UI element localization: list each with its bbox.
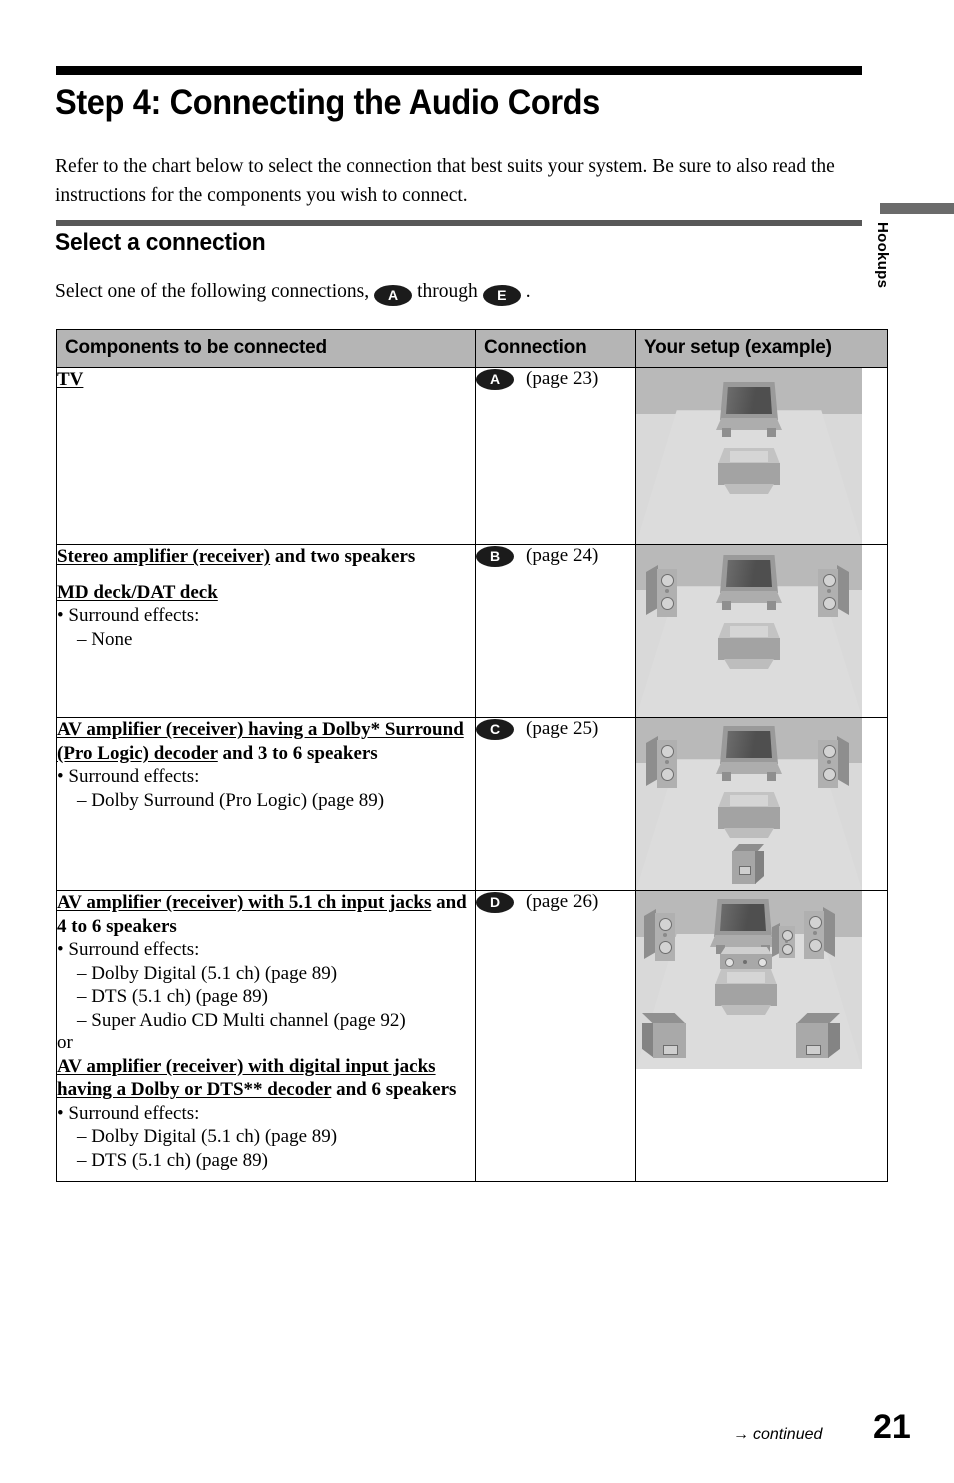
component-heading: AV amplifier (receiver) with 5.1 ch inpu… [57,891,475,938]
table-row: AV amplifier (receiver) with 5.1 ch inpu… [56,890,888,1182]
lead-text-before: Select one of the following connections, [55,281,370,302]
table-row: AV amplifier (receiver) having a Dolby* … [56,717,888,891]
continued-note: → continued [733,1426,822,1444]
document-page: Step 4: Connecting the Audio Cords Refer… [0,0,954,1483]
component-heading-alt: AV amplifier (receiver) with digital inp… [57,1055,475,1102]
badge-a-inline: A [374,285,413,306]
badge-c: C [476,718,514,740]
sub-bullet-item: – DTS (5.1 ch) (page 89) [77,1149,269,1171]
page-ref-d: (page 26) [526,891,599,912]
components-cell-c: AV amplifier (receiver) having a Dolby* … [56,717,476,891]
badge-a: A [476,368,514,390]
component-subheading-underlined: MD deck/DAT deck [57,581,218,603]
page-title: Step 4: Connecting the Audio Cords [55,83,600,122]
sub-bullet-item: – None [77,628,133,650]
table-row: Stereo amplifier (receiver) and two spea… [56,544,888,718]
sub-bullet-item: – Dolby Digital (5.1 ch) (page 89) [77,1126,338,1147]
connection-cell-c: C (page 25) [475,717,636,891]
section-rule [56,220,862,226]
page-ref-b: (page 24) [526,545,599,566]
component-heading-plain: and two speakers [270,546,416,567]
components-cell-d: AV amplifier (receiver) with 5.1 ch inpu… [56,890,476,1182]
component-heading: TV [57,368,475,392]
setup-illustration-c [636,718,862,890]
sub-bullet-item: – DTS (5.1 ch) (page 89) [77,986,269,1007]
sub-bullet-item: – Dolby Surround (Pro Logic) (page 89) [77,789,385,811]
component-heading-alt-plain: and 6 speakers [331,1079,457,1100]
component-heading-underlined: AV amplifier (receiver) with 5.1 ch inpu… [57,892,432,913]
setup-illustration-b [636,545,862,717]
header-connection: Connection [475,329,636,368]
component-heading: AV amplifier (receiver) having a Dolby* … [57,718,475,765]
setup-illustration-d [636,891,862,1069]
connection-cell-d: D (page 26) [475,890,636,1182]
page-number: 21 [873,1408,911,1446]
bullet-item: • Surround effects: [57,939,200,960]
sub-bullet-item: – Super Audio CD Multi channel (page 92) [77,1009,406,1031]
section-heading: Select a connection [55,229,266,256]
sub-bullet-item: – Dolby Digital (5.1 ch) (page 89) [77,962,338,984]
setup-cell-a [635,367,888,545]
page-ref-a: (page 23) [526,368,599,389]
setup-cell-c [635,717,888,891]
header-setup: Your setup (example) [635,329,888,368]
components-cell-b: Stereo amplifier (receiver) and two spea… [56,544,476,718]
or-connector: or [57,1032,73,1053]
intro-paragraph: Refer to the chart below to select the c… [55,156,835,206]
bullet-item: • Surround effects: [57,766,200,787]
components-cell-a: TV [56,367,476,545]
page-ref-c: (page 25) [526,718,599,739]
badge-e-inline: E [482,285,521,306]
connection-cell-a: A (page 23) [475,367,636,545]
component-subheading: MD deck/DAT deck [57,581,475,605]
side-tab-label: Hookups [874,222,891,289]
setup-illustration-a [636,368,862,544]
bullet-item: • Surround effects: [57,605,200,626]
setup-cell-d [635,890,888,1182]
connection-cell-b: B (page 24) [475,544,636,718]
setup-cell-b [635,544,888,718]
header-components: Components to be connected [56,329,476,368]
component-heading-plain: and 3 to 6 speakers [217,742,378,764]
title-rule [56,66,862,75]
table-header-row: Components to be connected Connection Yo… [56,329,888,368]
continued-label: continued [753,1426,823,1443]
badge-d: D [476,891,514,913]
lead-text-after: . [525,281,531,302]
connection-chart: Components to be connected Connection Yo… [56,329,888,1182]
component-heading-underlined: TV [57,369,84,390]
badge-b: B [476,545,514,567]
component-heading-underlined: Stereo amplifier (receiver) [57,546,271,567]
side-tab-bar [880,203,954,214]
section-lead: Select one of the following connections,… [55,279,531,306]
component-heading: Stereo amplifier (receiver) and two spea… [57,545,475,569]
arrow-right-icon: → [733,1426,749,1443]
table-row: TV A (page 23) [56,367,888,545]
lead-text-middle: through [417,281,478,302]
bullet-item: • Surround effects: [57,1102,200,1124]
